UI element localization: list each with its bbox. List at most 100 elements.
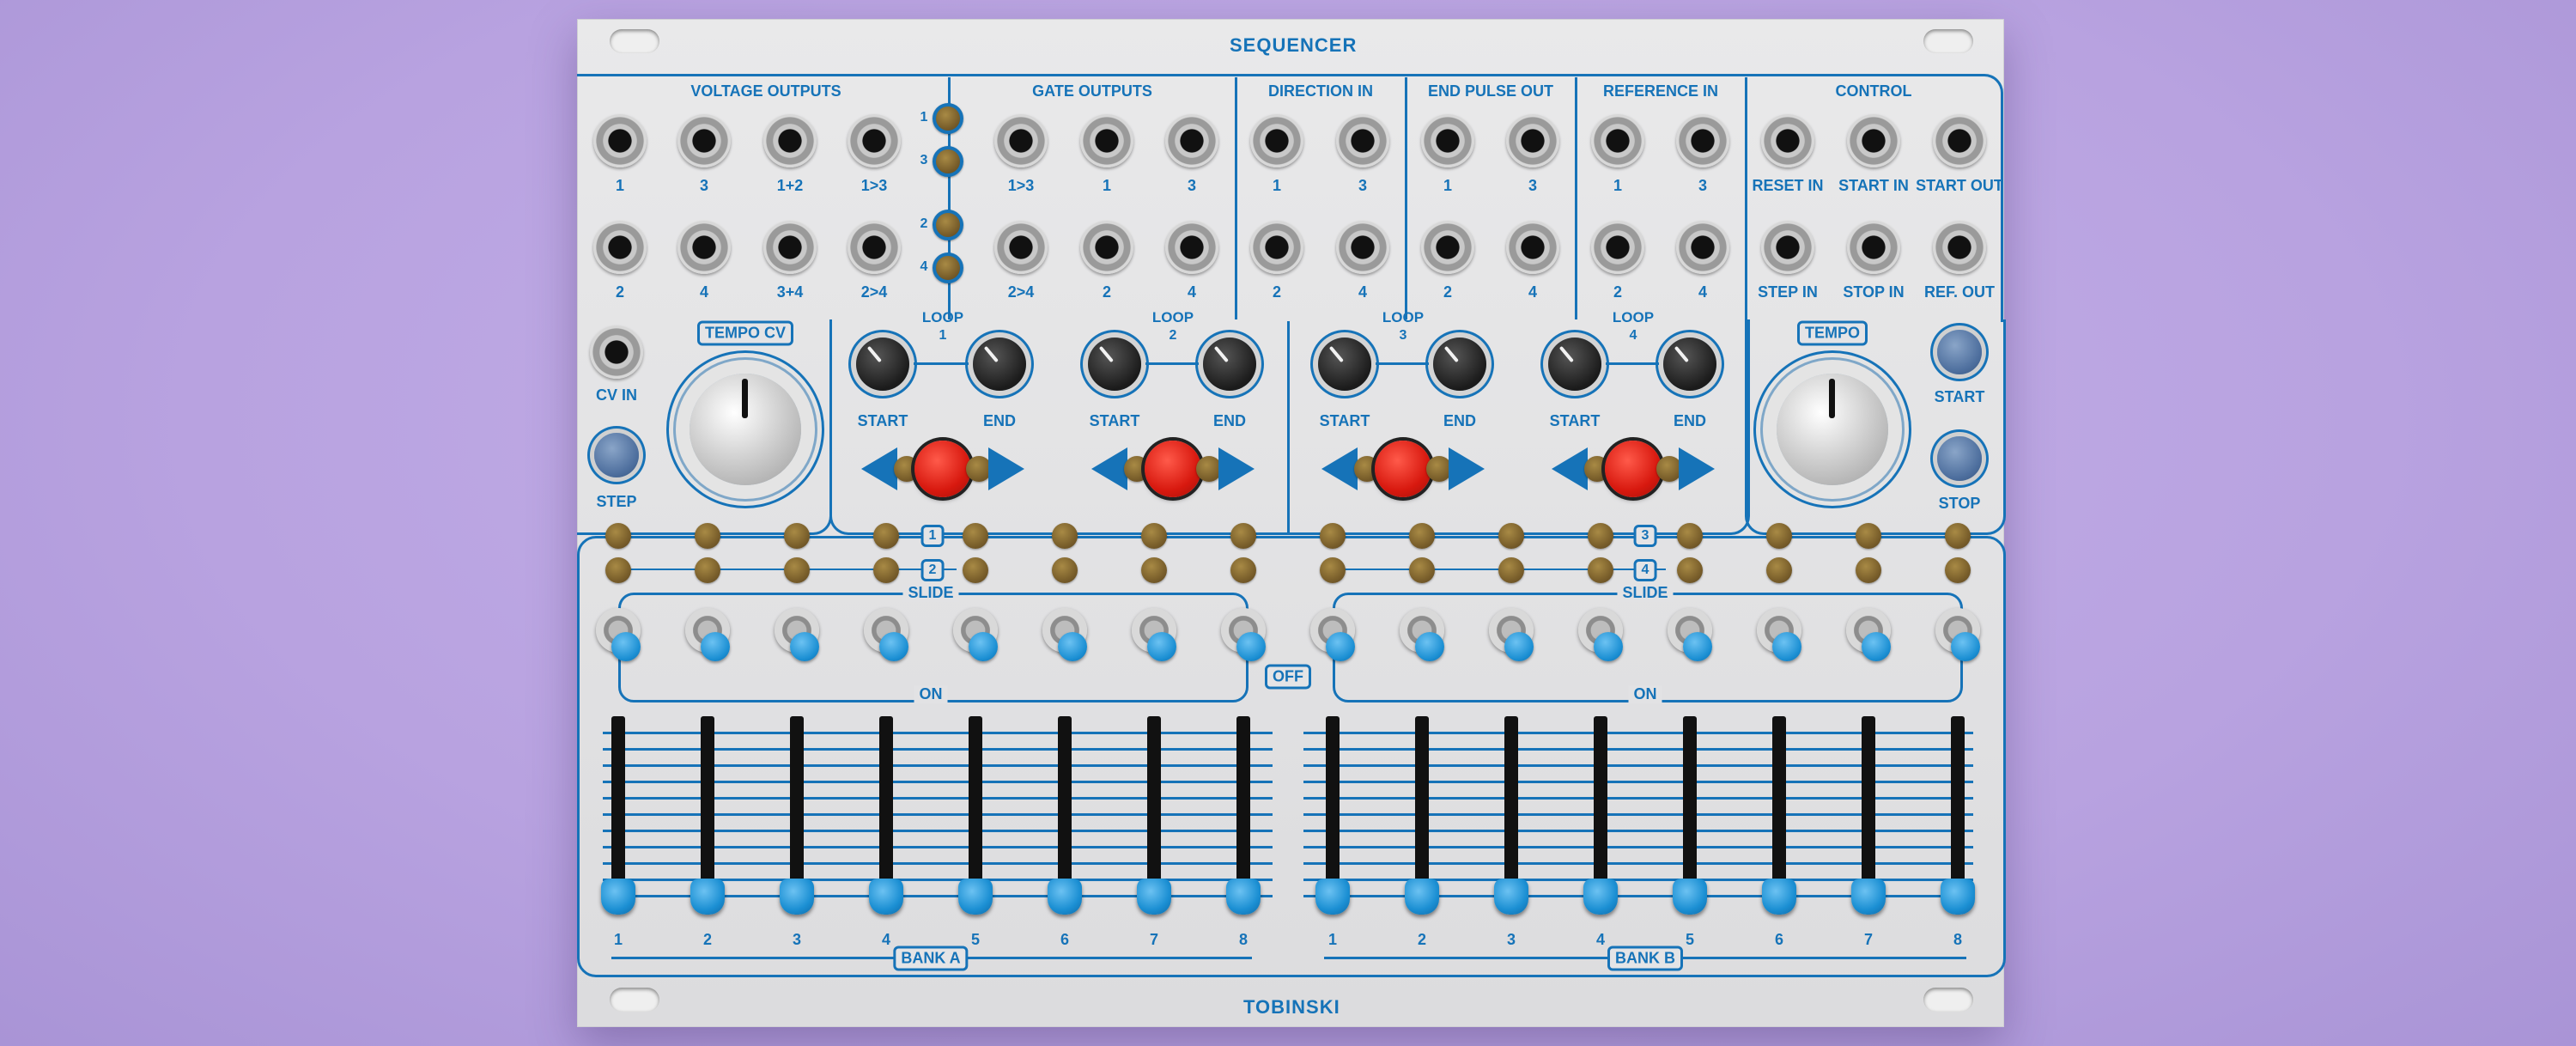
jack-vout-1to3[interactable] <box>848 114 901 167</box>
bank-a-slider-2[interactable] <box>690 879 725 915</box>
jack-vout-1[interactable] <box>593 114 647 167</box>
jack-step-in[interactable] <box>1761 221 1814 274</box>
bank-b-toggle-6[interactable] <box>1757 608 1801 661</box>
bank-b-toggle-1[interactable] <box>1310 608 1355 661</box>
jack-reset-in[interactable] <box>1761 114 1814 167</box>
bank-b-slider-1[interactable] <box>1315 879 1350 915</box>
bank-a-toggle-3[interactable] <box>775 608 819 661</box>
bank-b-toggle-7[interactable] <box>1846 608 1891 661</box>
jack-dir-1[interactable] <box>1250 114 1303 167</box>
bank-a-toggle-5[interactable] <box>953 608 998 661</box>
start-button[interactable] <box>1937 330 1982 374</box>
bank-a-slider-6[interactable] <box>1048 879 1082 915</box>
bank-a-slider-4[interactable] <box>869 879 903 915</box>
jack-gate-2[interactable] <box>1080 221 1133 274</box>
bank-b-toggle-2[interactable] <box>1400 608 1444 661</box>
jack-ref-1[interactable] <box>1591 114 1644 167</box>
bank-b-slider-7[interactable] <box>1851 879 1886 915</box>
jack-start-in[interactable] <box>1847 114 1900 167</box>
bank-a-toggle-7[interactable] <box>1132 608 1176 661</box>
jack-gate-2to4[interactable] <box>994 221 1048 274</box>
loop1-start-knob[interactable] <box>856 338 909 391</box>
loop3-start-knob[interactable] <box>1318 338 1371 391</box>
jack-vout-4[interactable] <box>677 221 731 274</box>
stop-button[interactable] <box>1937 436 1982 481</box>
bank-b-slider-6[interactable] <box>1762 879 1796 915</box>
label-dir-2: 2 <box>1272 283 1282 301</box>
jack-gate-1[interactable] <box>1080 114 1133 167</box>
bank-a-toggle-8[interactable] <box>1221 608 1266 661</box>
jack-ref-3[interactable] <box>1676 114 1729 167</box>
bank-a-slider-5[interactable] <box>958 879 993 915</box>
jack-ref-2[interactable] <box>1591 221 1644 274</box>
bank-a-step-5: 5 <box>970 931 981 948</box>
label-ref-2: 2 <box>1613 283 1623 301</box>
jack-endpulse-4[interactable] <box>1506 221 1559 274</box>
jack-dir-4[interactable] <box>1336 221 1389 274</box>
loop1-end-knob[interactable] <box>973 338 1026 391</box>
jack-vout-2[interactable] <box>593 221 647 274</box>
bank-b-slider-3[interactable] <box>1494 879 1528 915</box>
loops-divider <box>1287 321 1290 532</box>
bank-a-toggle-2[interactable] <box>685 608 730 661</box>
jack-vout-3[interactable] <box>677 114 731 167</box>
tempo-knob[interactable] <box>1777 374 1888 485</box>
jack-dir-3[interactable] <box>1336 114 1389 167</box>
gate-led-label-3: 3 <box>920 153 928 167</box>
bank-a-slider-3[interactable] <box>780 879 814 915</box>
jack-endpulse-3[interactable] <box>1506 114 1559 167</box>
jack-gate-3[interactable] <box>1165 114 1218 167</box>
loop2-button[interactable] <box>1145 441 1201 497</box>
bank-a-led-r1-5 <box>963 523 988 549</box>
bank-a-slider-track-3 <box>790 716 804 888</box>
loop2-reverse-icon <box>1091 447 1127 490</box>
loop2-start-knob[interactable] <box>1088 338 1141 391</box>
bank-b-slider-8[interactable] <box>1941 879 1975 915</box>
bank-b-slider-2[interactable] <box>1405 879 1439 915</box>
jack-stop-in[interactable] <box>1847 221 1900 274</box>
step-button[interactable] <box>594 433 639 477</box>
bank-b-toggle-5[interactable] <box>1668 608 1712 661</box>
loop4-end-knob[interactable] <box>1663 338 1716 391</box>
bank-a-toggle-4[interactable] <box>864 608 908 661</box>
bank-a-step-2: 2 <box>702 931 713 948</box>
bank-b-slider-track-1 <box>1326 716 1340 888</box>
jack-gate-1to3[interactable] <box>994 114 1048 167</box>
gate-led-3 <box>933 146 963 177</box>
bank-b-toggle-8[interactable] <box>1935 608 1980 661</box>
jack-vout-1plus2[interactable] <box>763 114 817 167</box>
divider-control <box>1745 77 1747 319</box>
divider-direction <box>1235 77 1237 319</box>
jack-ref-4[interactable] <box>1676 221 1729 274</box>
loop2-end-knob[interactable] <box>1203 338 1256 391</box>
jack-cv-in[interactable] <box>590 325 643 379</box>
jack-dir-2[interactable] <box>1250 221 1303 274</box>
loop3-end-knob[interactable] <box>1433 338 1486 391</box>
bank-b-slider-5[interactable] <box>1673 879 1707 915</box>
bank-b-toggle-3[interactable] <box>1489 608 1534 661</box>
bank-b-slide-label: SLIDE <box>1617 584 1674 602</box>
jack-start-out[interactable] <box>1933 114 1986 167</box>
loop1-end-label: END <box>982 412 1017 429</box>
loop4-button[interactable] <box>1605 441 1662 497</box>
bank-b-slider-4[interactable] <box>1583 879 1618 915</box>
bank-b-led-r1-8 <box>1945 523 1971 549</box>
jack-endpulse-2[interactable] <box>1421 221 1474 274</box>
tempo-cv-knob[interactable] <box>690 374 801 485</box>
jack-endpulse-1[interactable] <box>1421 114 1474 167</box>
bank-a-toggle-6[interactable] <box>1042 608 1087 661</box>
loop3-button[interactable] <box>1375 441 1431 497</box>
jack-vout-2to4[interactable] <box>848 221 901 274</box>
bank-a-toggle-1[interactable] <box>596 608 641 661</box>
bank-a-slider-8[interactable] <box>1226 879 1261 915</box>
jack-gate-4[interactable] <box>1165 221 1218 274</box>
loop4-link <box>1606 362 1659 365</box>
bank-a-slider-7[interactable] <box>1137 879 1171 915</box>
loop4-start-knob[interactable] <box>1548 338 1601 391</box>
bank-b-on-label: ON <box>1628 685 1662 703</box>
bank-a-slider-1[interactable] <box>601 879 635 915</box>
jack-vout-3plus4[interactable] <box>763 221 817 274</box>
jack-ref-out[interactable] <box>1933 221 1986 274</box>
bank-b-toggle-4[interactable] <box>1578 608 1623 661</box>
loop1-button[interactable] <box>914 441 971 497</box>
